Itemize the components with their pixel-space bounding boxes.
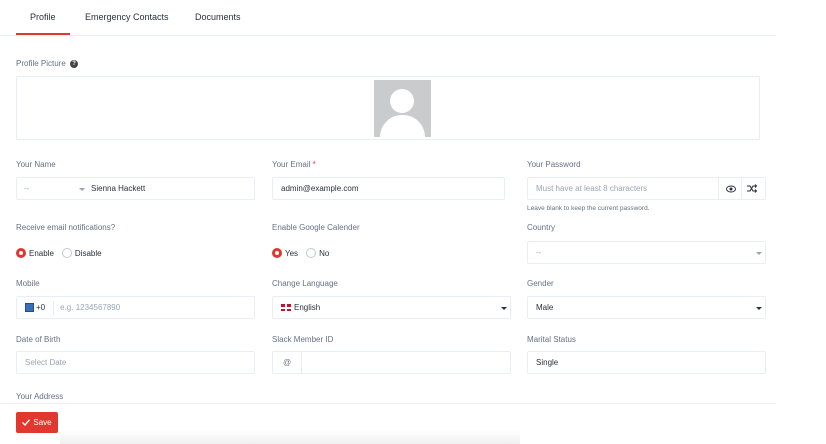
gender-select-value: Male [536, 303, 554, 312]
name-input[interactable]: Sienna Hackett [91, 184, 145, 193]
gender-label: Gender [527, 279, 554, 288]
salutation-select[interactable]: -- [24, 184, 29, 193]
profile-picture-dropzone[interactable] [16, 76, 760, 140]
disable-radio-label[interactable]: Disable [75, 249, 102, 258]
profile-picture-label-text: Profile Picture [16, 59, 66, 68]
marital-label: Marital Status [527, 335, 576, 344]
required-mark: * [312, 160, 316, 169]
tab-bar: Profile Emergency Contacts Documents [0, 0, 776, 36]
gender-caret-icon [756, 307, 762, 310]
dob-input[interactable]: Select Date [16, 351, 255, 374]
tab-profile[interactable]: Profile [30, 12, 56, 22]
name-label: Your Name [16, 160, 56, 169]
email-notifications-label: Receive email notifications? [16, 223, 116, 232]
yes-radio-label[interactable]: Yes [285, 249, 298, 258]
enable-radio[interactable] [16, 248, 26, 258]
tab-emergency-contacts[interactable]: Emergency Contacts [85, 12, 169, 22]
slack-prefix: @ [283, 358, 292, 367]
check-icon [22, 419, 31, 426]
enable-radio-label[interactable]: Enable [29, 249, 54, 258]
phone-country-code[interactable]: +0 [36, 303, 45, 312]
no-radio[interactable] [306, 248, 317, 258]
google-calendar-label: Enable Google Calender [272, 223, 360, 232]
country-select[interactable]: -- [527, 241, 766, 264]
language-select-value: English [294, 303, 321, 312]
slack-label: Slack Member ID [272, 335, 334, 344]
salutation-caret-icon [79, 188, 85, 191]
dob-placeholder: Select Date [25, 358, 67, 367]
yes-radio[interactable] [272, 248, 282, 258]
uk-flag-icon [281, 304, 291, 311]
question-circle-icon[interactable]: ? [70, 59, 79, 68]
shuffle-icon[interactable] [747, 184, 757, 193]
language-select[interactable]: English [272, 296, 511, 319]
country-select-value: -- [536, 248, 542, 257]
gender-select[interactable]: Male [527, 296, 766, 319]
default-avatar-image [374, 80, 431, 137]
language-label: Change Language [272, 279, 338, 288]
email-label: Your Email * [272, 160, 316, 169]
name-field-group: -- Sienna Hackett [16, 177, 255, 200]
country-label: Country [527, 223, 556, 232]
footer-shadow [60, 430, 520, 444]
profile-picture-label: Profile Picture ? [16, 59, 79, 68]
no-radio-label[interactable]: No [319, 249, 329, 258]
password-input[interactable]: Must have at least 8 characters [536, 184, 647, 193]
tab-documents[interactable]: Documents [195, 12, 241, 22]
password-help-text: Leave blank to keep the current password… [527, 205, 650, 212]
address-label: Your Address [16, 392, 64, 401]
mobile-input[interactable]: e.g. 1234567890 [60, 303, 120, 312]
language-caret-icon [501, 307, 507, 310]
phone-country-flag-icon[interactable] [25, 303, 34, 312]
footer-divider [0, 403, 776, 404]
dob-label: Date of Birth [16, 335, 61, 344]
email-label-text: Your Email [272, 160, 311, 169]
password-label: Your Password [527, 160, 581, 169]
eye-icon[interactable] [726, 185, 736, 193]
mobile-label: Mobile [16, 279, 40, 288]
slack-field-group: @ [272, 351, 511, 374]
disable-radio[interactable] [61, 248, 72, 258]
mobile-field-group: +0 e.g. 1234567890 [16, 296, 255, 319]
email-input[interactable]: admin@example.com [272, 177, 505, 200]
active-tab-indicator [16, 33, 70, 35]
marital-select[interactable]: Single [527, 351, 766, 374]
email-notifications-radio-group: Enable Disable [16, 248, 110, 258]
save-button-label: Save [33, 418, 52, 427]
google-calendar-radio-group: Yes No [272, 248, 337, 258]
marital-select-value: Single [536, 358, 559, 367]
country-caret-icon [756, 252, 762, 255]
save-button[interactable]: Save [16, 412, 58, 433]
password-field-group: Must have at least 8 characters [527, 177, 766, 200]
